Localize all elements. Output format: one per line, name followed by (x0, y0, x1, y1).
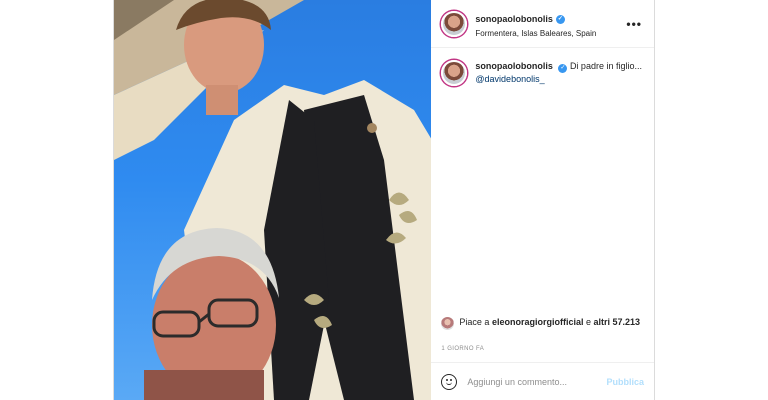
post-photo-image (114, 0, 432, 400)
likes-text: Piace a eleonoragiorgiofficial e altri 5… (459, 316, 640, 329)
post-sidebar: sonopaolobonolis ✓ Formentera, Islas Bal… (431, 0, 654, 400)
more-options-icon[interactable]: ••• (626, 17, 642, 31)
caption-body: Di padre in figlio... (569, 61, 642, 71)
instagram-post: sonopaolobonolis ✓ Formentera, Islas Bal… (113, 0, 655, 400)
caption-username[interactable]: sonopaolobonolis (475, 61, 553, 71)
author-avatar[interactable] (441, 10, 468, 37)
likes-others[interactable]: altri 57.213 (594, 317, 641, 327)
comment-bar: Pubblica (431, 362, 654, 400)
likes-middle: e (585, 317, 591, 327)
caption-text: sonopaolobonolis ✓ Di padre in figlio...… (475, 60, 642, 86)
verified-badge-icon: ✓ (558, 63, 568, 73)
liker-username[interactable]: eleonoragiorgiofficial (492, 317, 584, 327)
author-info: sonopaolobonolis ✓ Formentera, Islas Bal… (475, 8, 626, 39)
liker-avatar[interactable] (441, 317, 455, 330)
emoji-icon[interactable] (441, 373, 458, 390)
post-timestamp[interactable]: 1 GIORNO FA (441, 346, 484, 352)
caption-avatar[interactable] (441, 60, 468, 86)
post-header: sonopaolobonolis ✓ Formentera, Islas Bal… (431, 0, 654, 48)
likes-summary: Piace a eleonoragiorgiofficial e altri 5… (441, 316, 644, 330)
verified-badge-icon: ✓ (555, 15, 565, 24)
comment-input[interactable] (467, 376, 607, 387)
caption-mention[interactable]: @davidebonolis_ (475, 74, 544, 84)
author-username-text[interactable]: sonopaolobonolis (475, 14, 553, 25)
author-username[interactable]: sonopaolobonolis ✓ (475, 14, 565, 25)
post-location[interactable]: Formentera, Islas Baleares, Spain (475, 29, 626, 39)
post-photo[interactable] (114, 0, 432, 400)
post-caption: sonopaolobonolis ✓ Di padre in figlio...… (431, 48, 654, 86)
likes-prefix: Piace a (459, 317, 490, 327)
publish-button[interactable]: Pubblica (606, 377, 644, 387)
